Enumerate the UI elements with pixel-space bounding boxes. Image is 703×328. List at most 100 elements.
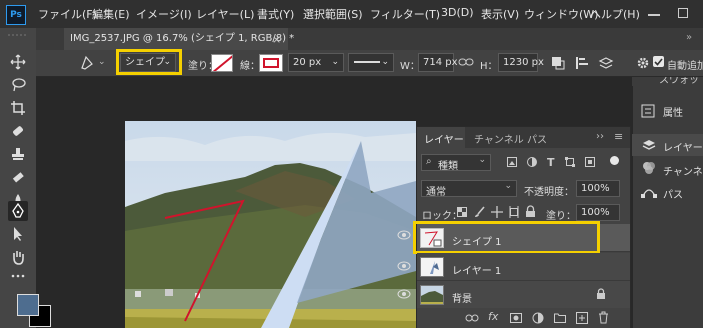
stroke-label: 線： — [240, 61, 260, 72]
path-alignment-icon[interactable] — [575, 56, 589, 70]
layer-style-icon[interactable]: fx — [488, 310, 498, 323]
visibility-eye-icon[interactable] — [397, 289, 411, 299]
tab-overflow-icon[interactable]: » — [686, 32, 692, 43]
height-field[interactable]: 1230 px — [498, 53, 544, 72]
filter-toggle-icon[interactable] — [610, 156, 619, 165]
maximize-icon[interactable] — [678, 8, 688, 18]
menu-type[interactable]: 書式(Y) — [257, 6, 294, 22]
opacity-field[interactable]: 100% — [576, 180, 620, 197]
adjustment-layer-icon[interactable] — [532, 312, 544, 324]
swatches-panel-item[interactable]: スウォッチ — [632, 77, 703, 86]
fill-opacity-label: 塗り： — [546, 211, 576, 222]
auto-add-checkbox[interactable] — [653, 56, 664, 67]
tab-layers-label[interactable]: レイヤー — [424, 131, 464, 146]
layer-name-background[interactable]: 背景 — [452, 290, 472, 305]
new-layer-icon[interactable] — [576, 312, 588, 324]
menu-filter[interactable]: フィルター(T) — [370, 6, 440, 22]
filter-pixel-icon[interactable] — [507, 157, 517, 167]
delete-layer-icon[interactable] — [598, 311, 609, 324]
layers-icon[interactable] — [641, 138, 657, 152]
document-canvas[interactable] — [125, 121, 416, 328]
new-group-icon[interactable] — [554, 312, 566, 323]
stamp-tool-icon[interactable] — [8, 144, 28, 164]
menu-select[interactable]: 選択範囲(S) — [303, 6, 363, 22]
link-layers-icon[interactable] — [465, 313, 479, 323]
document-title: IMG_2537.JPG @ 16.7% (シェイプ 1, RGB/8) * — [70, 33, 295, 44]
height-value: 1230 px — [503, 57, 544, 68]
fill-opacity-field[interactable]: 100% — [576, 204, 620, 221]
menu-view[interactable]: 表示(V) — [481, 6, 519, 22]
channels-icon[interactable] — [641, 161, 657, 175]
tools-grip — [4, 32, 32, 38]
stroke-width-value: 20 px — [293, 57, 322, 68]
move-tool-icon[interactable] — [8, 52, 28, 72]
menu-help[interactable]: ヘルプ(H) — [590, 6, 640, 22]
blend-mode-select[interactable]: 通常 ⌄ — [421, 180, 517, 198]
search-icon: ⌕ — [426, 156, 432, 167]
menu-layer[interactable]: レイヤー(L) — [196, 6, 254, 22]
layers-label[interactable]: レイヤー — [663, 139, 703, 154]
properties-label[interactable]: 属性 — [663, 104, 683, 119]
fill-opacity-value: 100% — [581, 207, 610, 218]
filter-shape-icon[interactable] — [565, 157, 575, 167]
blend-mode-value: 通常 — [426, 187, 446, 198]
pen-tool-icon[interactable] — [8, 201, 28, 221]
gear-icon[interactable] — [636, 56, 650, 70]
menu-file[interactable]: ファイル(F) — [38, 6, 97, 22]
healing-brush-tool-icon[interactable] — [8, 121, 28, 141]
lock-position-icon[interactable] — [491, 206, 503, 218]
add-mask-icon[interactable] — [510, 312, 522, 324]
stroke-swatch[interactable] — [259, 54, 283, 72]
panel-menu-icon[interactable]: ≡ — [614, 130, 623, 143]
document-tab[interactable]: IMG_2537.JPG @ 16.7% (シェイプ 1, RGB/8) * — [64, 28, 294, 50]
paths-icon[interactable] — [641, 184, 657, 198]
pen-preset-icon[interactable] — [78, 55, 98, 71]
width-field[interactable]: 714 px — [418, 53, 458, 72]
auto-add-label: 自動追加 — [667, 61, 703, 72]
minimize-icon[interactable] — [648, 14, 660, 16]
path-arrangement-icon[interactable] — [598, 55, 614, 71]
chevron-down-icon: ⌄ — [381, 57, 389, 67]
menu-3d[interactable]: 3D(D) — [441, 6, 474, 19]
stroke-width-field[interactable]: 20 px ⌄ — [288, 53, 344, 72]
path-operations-icon[interactable] — [551, 56, 565, 70]
width-value: 714 px — [423, 57, 458, 68]
lock-image-icon[interactable] — [474, 206, 486, 218]
eraser-tool-icon[interactable] — [8, 167, 28, 187]
menu-edit[interactable]: 編集(E) — [92, 6, 130, 22]
filter-adjustment-icon[interactable] — [527, 157, 537, 167]
lock-transparent-icon[interactable] — [457, 207, 467, 217]
channels-label[interactable]: チャンネル — [663, 163, 703, 178]
lock-all-icon[interactable] — [525, 205, 536, 218]
tab-paths-label[interactable]: パス — [527, 131, 547, 146]
close-tab-icon[interactable]: × — [272, 33, 281, 46]
photoshop-logo: Ps — [6, 5, 26, 25]
width-label: W： — [400, 61, 420, 72]
stroke-type-select[interactable]: ⌄ — [348, 53, 394, 72]
layer-name-layer1[interactable]: レイヤー 1 — [452, 262, 501, 277]
properties-icon[interactable] — [641, 104, 655, 118]
lock-artboard-icon[interactable] — [508, 206, 520, 218]
filter-kind-select[interactable]: ⌕ 種類 ⌄ — [421, 154, 491, 172]
chevron-down-icon: ⌄ — [478, 155, 486, 165]
menu-window[interactable]: ウィンドウ(W) — [524, 6, 598, 22]
layer-lock-icon — [596, 288, 606, 300]
tab-channels-label[interactable]: チャンネル — [474, 131, 524, 146]
collapse-panel-icon[interactable]: ›› — [596, 131, 604, 142]
filter-smartobject-icon[interactable] — [585, 157, 595, 167]
visibility-eye-icon[interactable] — [397, 261, 411, 271]
visibility-eye-icon[interactable] — [397, 230, 411, 240]
layer-row-layer1[interactable] — [417, 253, 630, 281]
more-tools-icon[interactable] — [8, 266, 28, 286]
filter-type-icon[interactable]: T — [547, 156, 555, 169]
link-icon[interactable] — [458, 57, 474, 67]
swatches-label: スウォッチ — [659, 77, 699, 86]
path-selection-tool-icon[interactable] — [8, 224, 28, 244]
lasso-tool-icon[interactable] — [8, 75, 28, 95]
foreground-color-swatch[interactable] — [17, 294, 39, 316]
hand-tool-icon[interactable] — [8, 247, 28, 267]
menu-image[interactable]: イメージ(I) — [136, 6, 192, 22]
paths-label[interactable]: パス — [663, 186, 683, 201]
crop-tool-icon[interactable] — [8, 98, 28, 118]
fill-swatch[interactable] — [211, 54, 233, 72]
